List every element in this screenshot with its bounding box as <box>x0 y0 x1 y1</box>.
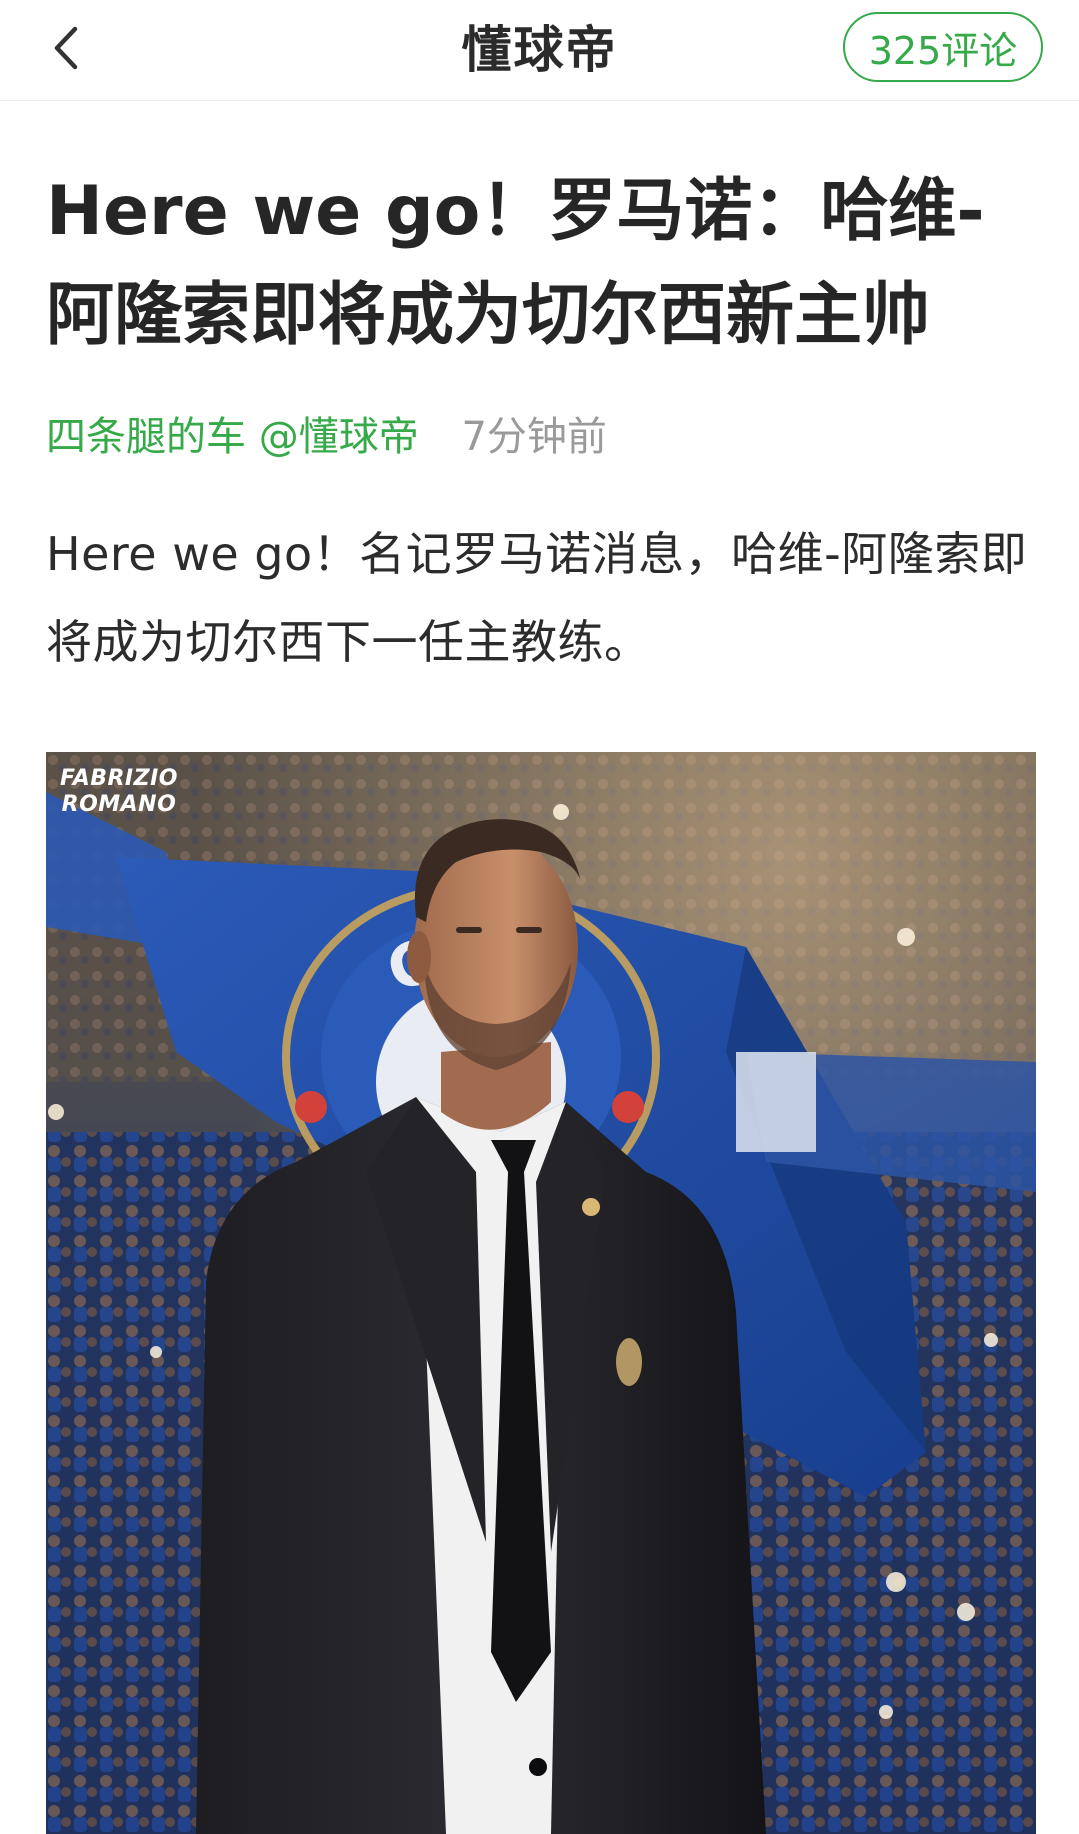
article-image[interactable]: CHE FABRIZIO ROMANO <box>46 752 1036 1834</box>
back-button[interactable] <box>36 18 96 78</box>
comments-button[interactable]: 325评论 <box>843 12 1043 82</box>
watermark-line-2: ROMANO <box>61 792 177 817</box>
article-body-text: Here we go！名记罗马诺消息，哈维-阿隆索即将成为切尔西下一任主教练。 <box>46 527 1028 669</box>
watermark-line-1: FABRIZIO <box>60 766 178 791</box>
article-photo: CHE <box>46 752 1036 1834</box>
top-nav-bar: 懂球帝 325评论 <box>0 0 1079 101</box>
article-headline: Here we go！罗马诺：哈维-阿隆索即将成为切尔西新主帅 <box>46 172 985 355</box>
chevron-left-icon <box>54 26 78 70</box>
article-meta: 四条腿的车 @懂球帝 7分钟前 <box>46 412 1036 462</box>
publish-time: 7分钟前 <box>461 414 607 460</box>
author-link[interactable]: 四条腿的车 @懂球帝 <box>46 414 419 460</box>
photo-watermark: FABRIZIO ROMANO <box>60 766 178 818</box>
article: Here we go！罗马诺：哈维-阿隆索即将成为切尔西新主帅 四条腿的车 @懂… <box>46 100 1036 686</box>
